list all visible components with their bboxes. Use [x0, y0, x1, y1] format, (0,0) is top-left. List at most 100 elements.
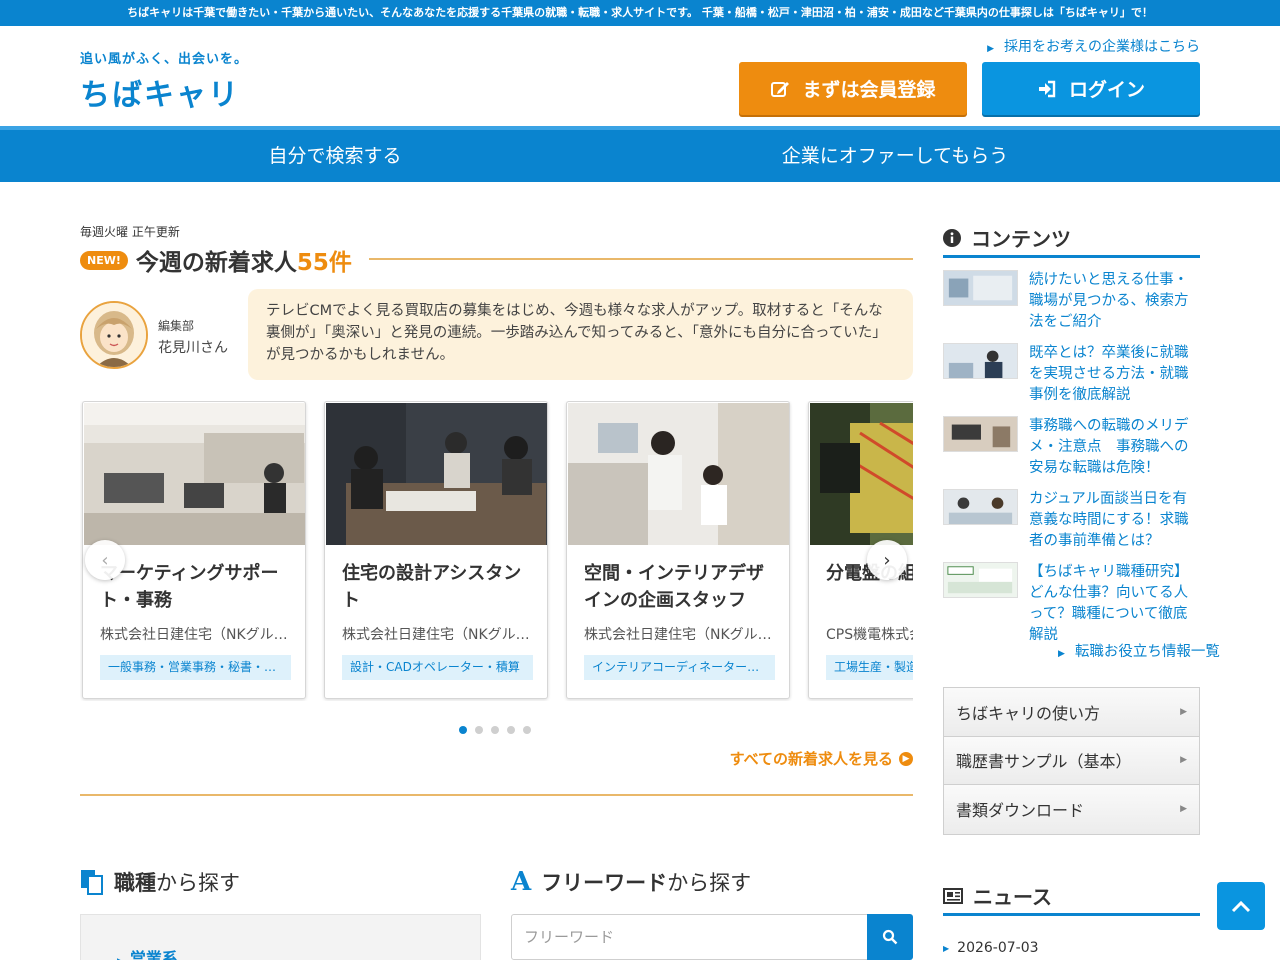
category-list: ▶営業系: [80, 914, 481, 960]
sidebar-link-label: 書類ダウンロード: [956, 801, 1085, 821]
new-jobs-count: 55件: [296, 250, 352, 276]
job-card[interactable]: 住宅の設計アシスタント 株式会社日建住宅（NKグループ） 設計・CADオペレータ…: [324, 401, 548, 699]
sidebar-link-label: 職歴書サンプル（基本）: [956, 752, 1132, 772]
register-button-label: まずは会員登録: [802, 79, 936, 101]
editor-avatar: [80, 301, 148, 369]
see-all-label: すべての新着求人を見る: [729, 750, 893, 768]
header: 追い風がふく、出会いを。 ちばキャリ ▶ 採用をお考えの企業様はこちら まずは会員…: [0, 26, 1280, 126]
job-title: 住宅の設計アシスタント: [342, 563, 522, 611]
site-description-bar: ちばキャリは千葉で働きたい・千葉から通いたい、そんなあなたを応援する千葉県の就職…: [0, 0, 1280, 26]
logo-tagline: 追い風がふく、出会いを。: [80, 52, 249, 67]
carousel-pagination: [459, 726, 531, 734]
article-thumbnail: [943, 489, 1018, 525]
job-company: 株式会社日建住宅（NKグループ）: [100, 627, 292, 643]
newspaper-icon: [943, 887, 963, 904]
search-button[interactable]: [867, 914, 913, 960]
job-title: マーケティングサポート・事務: [100, 563, 279, 611]
news-date: 2026-07-03: [957, 940, 1039, 956]
article-item[interactable]: 続けたいと思える仕事・職場が見つかる、検索方法をご紹介: [943, 270, 1200, 333]
job-photo-office: [84, 403, 305, 545]
back-to-top-button[interactable]: [1217, 882, 1265, 930]
sidebar-link-how-to-use[interactable]: ちばキャリの使い方 ▶: [944, 688, 1199, 737]
job-photo-design: [568, 403, 789, 545]
chevron-left-icon: ‹: [101, 549, 109, 571]
nav-company-offer[interactable]: 企業にオファーしてもらう: [615, 130, 1175, 182]
article-thumbnail: [943, 416, 1018, 452]
job-photo-meeting: [326, 403, 547, 545]
documents-icon: [81, 870, 103, 895]
chevron-right-icon: ›: [883, 549, 891, 571]
article-item[interactable]: 【ちばキャリ職種研究】どんな仕事？向いてる人って？職種について徹底解説: [943, 562, 1200, 643]
job-company: CPS機電株式会社: [826, 627, 913, 643]
new-jobs-carousel: マーケティングサポート・事務 株式会社日建住宅（NKグループ） 一般事務・営業事…: [80, 401, 913, 701]
news-heading-label: ニュース: [973, 885, 1052, 909]
see-all-new-jobs-link[interactable]: すべての新着求人を見る ▶: [730, 748, 913, 769]
register-button[interactable]: まずは会員登録: [739, 62, 967, 115]
sidebar-link-label: ちばキャリの使い方: [956, 703, 1101, 723]
sidebar-link-document-download[interactable]: 書類ダウンロード ▶: [944, 785, 1199, 834]
article-item[interactable]: カジュアル面談当日を有意義な時間にする！求職者の事前準備とは？: [943, 489, 1200, 552]
sign-in-icon: [1038, 80, 1056, 97]
heading-divider: [369, 258, 913, 260]
login-button[interactable]: ログイン: [982, 62, 1200, 115]
nav-self-search[interactable]: 自分で検索する: [55, 130, 615, 182]
triangle-right-icon: ▶: [943, 943, 950, 953]
category-item-sales[interactable]: ▶営業系: [117, 945, 178, 960]
job-company: 株式会社日建住宅（NKグループ）: [584, 627, 776, 643]
article-list: 続けたいと思える仕事・職場が見つかる、検索方法をご紹介 既卒とは？卒業後に就職を…: [943, 270, 1200, 643]
job-company: 株式会社日建住宅（NKグループ）: [342, 627, 534, 643]
article-item[interactable]: 既卒とは？卒業後に就職を実現させる方法・就職事例を徹底解説: [943, 343, 1200, 406]
update-note: 毎週火曜 正午更新: [80, 225, 180, 239]
news-heading: ニュース: [943, 878, 1200, 916]
letter-a-icon: A: [511, 867, 532, 897]
triangle-right-icon: ▶: [1180, 755, 1187, 766]
triangle-right-icon: ▶: [1180, 804, 1187, 815]
pagination-dot[interactable]: [459, 726, 467, 734]
triangle-right-icon: ▶: [987, 44, 994, 54]
main-nav: 自分で検索する 企業にオファーしてもらう: [0, 126, 1280, 182]
editor-department: 編集部: [158, 319, 195, 333]
freeword-search-input[interactable]: [511, 914, 868, 960]
job-category-tag: 設計・CADオペレーター・積算: [342, 655, 533, 680]
category-head-rest: から探す: [156, 871, 240, 895]
carousel-prev-button[interactable]: ‹: [85, 540, 125, 580]
employer-link-label: 採用をお考えの企業様はこちら: [1004, 39, 1200, 55]
freeword-search-heading: A フリーワードから探す: [511, 866, 751, 898]
login-button-label: ログイン: [1068, 79, 1145, 101]
news-item[interactable]: ▶ 2026-07-03: [943, 940, 1039, 956]
edit-icon: [771, 81, 790, 97]
articles-more-link[interactable]: ▶ 転職お役立ち情報一覧: [1058, 640, 1220, 661]
category-item-label: 営業系: [129, 949, 178, 960]
triangle-right-icon: ▶: [1180, 706, 1187, 717]
editor-comment: テレビCMでよく見る買取店の募集をはじめ、今週も様々な求人がアップ。取材すると「…: [248, 289, 913, 380]
job-category-tag: 工場生産・製造: [826, 655, 913, 680]
article-title: 既卒とは？卒業後に就職を実現させる方法・就職事例を徹底解説: [1029, 345, 1189, 403]
sidebar-link-resume-sample[interactable]: 職歴書サンプル（基本） ▶: [944, 736, 1199, 785]
article-item[interactable]: 事務職への転職のメリデメ・注意点 事務職への安易な転職は危険！: [943, 416, 1200, 479]
new-jobs-heading: NEW! 今週の新着求人 55件: [80, 244, 352, 276]
triangle-right-icon: ▶: [1058, 649, 1065, 659]
contents-heading: コンテンツ: [943, 220, 1200, 258]
article-title: 【ちばキャリ職種研究】どんな仕事？向いてる人って？職種について徹底解説: [1029, 564, 1189, 643]
job-card[interactable]: 空間・インテリアデザインの企画スタッフ 株式会社日建住宅（NKグループ） インテ…: [566, 401, 790, 699]
pagination-dot[interactable]: [507, 726, 515, 734]
category-head-bold: 職種: [114, 871, 156, 895]
editor-name: 花見川さん: [158, 340, 228, 356]
carousel-next-button[interactable]: ›: [867, 540, 907, 580]
pagination-dot[interactable]: [523, 726, 531, 734]
new-jobs-title: 今週の新着求人: [135, 250, 297, 276]
freeword-head-rest: から探す: [667, 871, 752, 895]
pagination-dot[interactable]: [475, 726, 483, 734]
logo-text: ちばキャリ: [80, 70, 240, 114]
search-icon: [882, 929, 898, 945]
chevron-right-circle-icon: ▶: [899, 751, 913, 766]
article-title: 事務職への転職のメリデメ・注意点 事務職への安易な転職は危険！: [1029, 418, 1189, 476]
section-divider: [80, 794, 913, 796]
articles-more-label: 転職お役立ち情報一覧: [1074, 644, 1220, 660]
pagination-dot[interactable]: [491, 726, 499, 734]
employer-link[interactable]: ▶ 採用をお考えの企業様はこちら: [987, 36, 1200, 56]
article-thumbnail: [943, 343, 1018, 379]
new-badge: NEW!: [80, 250, 128, 270]
site-logo[interactable]: 追い風がふく、出会いを。 ちばキャリ: [80, 48, 260, 113]
info-icon: [943, 228, 961, 247]
